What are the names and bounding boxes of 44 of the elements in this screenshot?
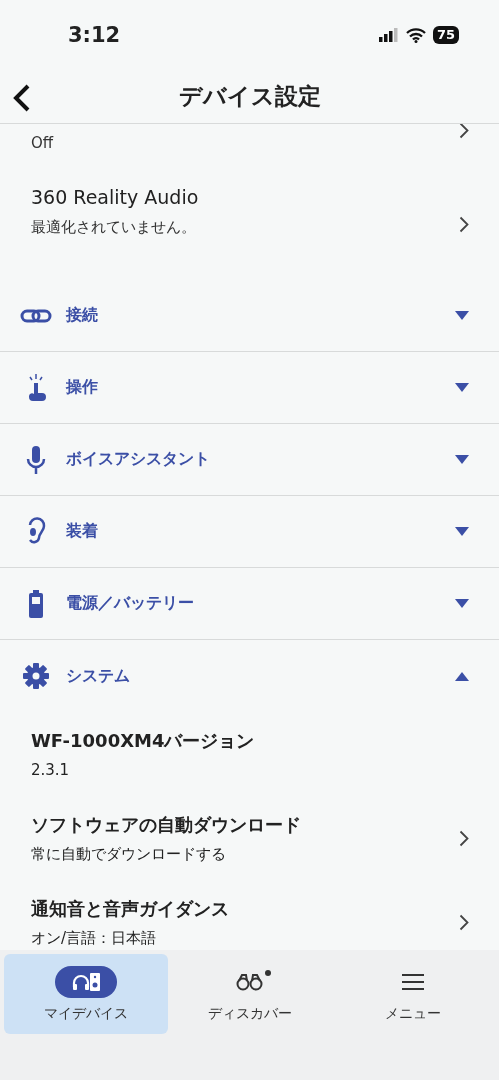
battery-icon bbox=[28, 589, 44, 618]
setting-title: 通知音と音声ガイダンス bbox=[31, 896, 229, 921]
page-title: デバイス設定 bbox=[178, 82, 321, 111]
setting-value: オン/言語：日本語 bbox=[31, 928, 158, 948]
section-label: ボイスアシスタント bbox=[66, 449, 211, 470]
headphones-speaker-icon bbox=[70, 970, 101, 993]
section-header[interactable]: システム bbox=[0, 640, 499, 712]
chevron-right-icon bbox=[459, 913, 469, 931]
setting-title: ソフトウェアの自動ダウンロード bbox=[31, 812, 301, 837]
battery-level: 75 bbox=[432, 26, 459, 44]
section-header[interactable]: 接続 bbox=[0, 280, 499, 352]
setting-row[interactable]: 通知音と音声ガイダンス オン/言語：日本語 bbox=[0, 880, 499, 950]
section-label: 操作 bbox=[66, 377, 99, 398]
menu-icon bbox=[401, 972, 426, 991]
chevron-right-icon bbox=[459, 829, 469, 847]
chevron-right-icon bbox=[459, 124, 469, 139]
wifi-icon bbox=[405, 27, 426, 43]
nav-tab[interactable]: メニュー bbox=[331, 954, 495, 1034]
setting-row[interactable]: 360 Reality Audio 最適化されていません。 bbox=[0, 170, 499, 280]
section-header[interactable]: 操作 bbox=[0, 352, 499, 424]
section-label: 電源／バッテリー bbox=[66, 593, 195, 614]
signal-icon bbox=[378, 28, 399, 42]
setting-value: 最適化されていません。 bbox=[31, 218, 197, 237]
section-label: 装着 bbox=[66, 521, 99, 542]
section-header[interactable]: ボイスアシスタント bbox=[0, 424, 499, 496]
section-header[interactable]: 電源／バッテリー bbox=[0, 568, 499, 640]
setting-row[interactable]: ソフトウェアの自動ダウンロード 常に自動でダウンロードする bbox=[0, 796, 499, 880]
chevron-right-icon bbox=[459, 216, 469, 233]
section-label: 接続 bbox=[66, 305, 99, 326]
microphone-icon bbox=[25, 444, 47, 475]
setting-row[interactable]: Off bbox=[0, 124, 499, 170]
setting-title: 360 Reality Audio bbox=[31, 186, 199, 208]
section-label: システム bbox=[66, 665, 131, 687]
binoculars-icon bbox=[235, 972, 264, 991]
nav-tab[interactable]: ディスカバー bbox=[167, 954, 332, 1034]
setting-title: WF-1000XM4バージョン bbox=[31, 729, 255, 753]
setting-value: 2.3.1 bbox=[31, 761, 71, 779]
section-header[interactable]: 装着 bbox=[0, 496, 499, 568]
nav-tab[interactable]: マイデバイス bbox=[4, 954, 168, 1034]
status-time: 3:12 bbox=[68, 23, 121, 47]
setting-value: 常に自動でダウンロードする bbox=[31, 844, 227, 864]
setting-value: Off bbox=[31, 134, 54, 152]
link-icon bbox=[20, 308, 52, 323]
settings-icon bbox=[23, 663, 49, 689]
